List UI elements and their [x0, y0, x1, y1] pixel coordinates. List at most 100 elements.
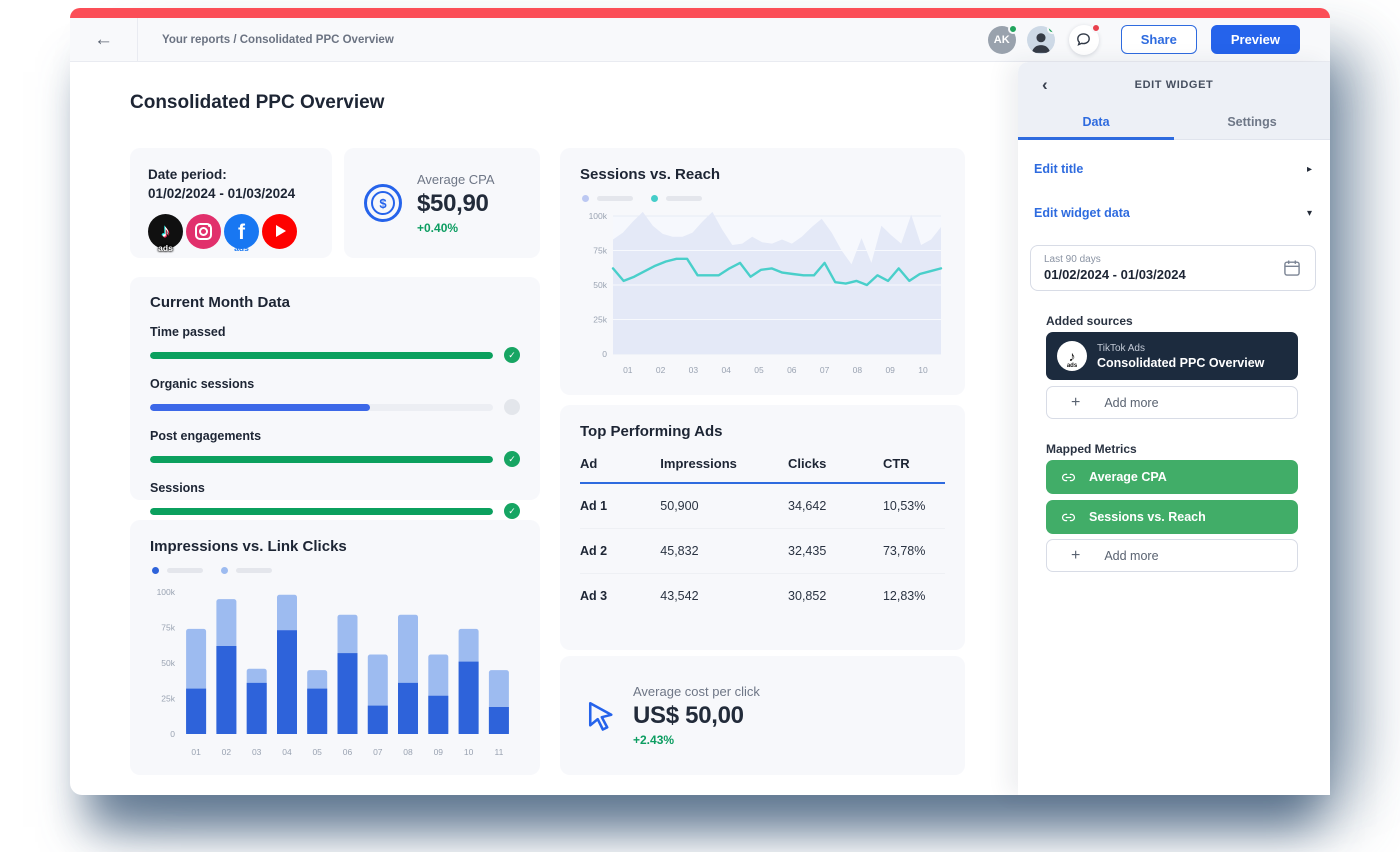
- add-more-metrics-button[interactable]: + Add more: [1046, 539, 1298, 572]
- progress-fill: [150, 404, 370, 411]
- instagram-icon: [186, 214, 221, 249]
- red-accent-bar: [70, 8, 1330, 18]
- back-button[interactable]: ←: [70, 18, 138, 61]
- metric-chip[interactable]: Sessions vs. Reach: [1046, 500, 1298, 534]
- table-header-row: AdImpressionsClicksCTR: [580, 456, 945, 484]
- progress-track: [150, 352, 493, 359]
- legend-line: [167, 568, 203, 573]
- preview-button[interactable]: Preview: [1211, 25, 1300, 54]
- table-cell: Ad 1: [580, 499, 660, 513]
- sessions-reach-chart: 025k50k75k100k01020304050607080910: [580, 208, 945, 385]
- source-network: TikTok Ads: [1097, 343, 1264, 354]
- avatar-ak[interactable]: AK: [988, 26, 1016, 54]
- chat-button[interactable]: [1069, 25, 1099, 55]
- table-row: Ad 245,83232,43573,78%: [580, 529, 945, 574]
- metric-change: +2.43%: [633, 733, 760, 747]
- table-cell: 73,78%: [883, 544, 945, 558]
- topbar: ← Your reports / Consolidated PPC Overvi…: [70, 18, 1330, 62]
- svg-text:02: 02: [222, 747, 232, 757]
- table-cell: Ad 2: [580, 544, 660, 558]
- svg-text:09: 09: [434, 747, 444, 757]
- legend-dot: [582, 195, 589, 202]
- svg-text:25k: 25k: [161, 694, 175, 704]
- table-header-cell: CTR: [883, 456, 945, 471]
- impressions-clicks-chart: 025k50k75k100k0102030405060708091011: [150, 580, 520, 767]
- progress-list: Time passed ✓ Organic sessions Post enga…: [150, 325, 520, 519]
- dollar-circle-icon: $: [364, 184, 402, 222]
- top-ads-table: AdImpressionsClicksCTRAd 150,90034,64210…: [580, 456, 945, 618]
- table-header-cell: Clicks: [788, 456, 883, 471]
- table-cell: 30,852: [788, 589, 883, 603]
- legend-item: [152, 567, 203, 574]
- progress-row: Organic sessions: [150, 377, 520, 415]
- check-circle-icon: ✓: [504, 451, 520, 467]
- svg-text:07: 07: [820, 365, 830, 375]
- metric-chip[interactable]: Average CPA: [1046, 460, 1298, 494]
- avatar-photo[interactable]: [1027, 26, 1055, 54]
- edit-title-label: Edit title: [1034, 162, 1083, 176]
- legend-line: [597, 196, 633, 201]
- chart-title: Sessions vs. Reach: [580, 166, 945, 183]
- panel-back-button[interactable]: ‹: [1042, 76, 1048, 93]
- svg-text:05: 05: [312, 747, 322, 757]
- svg-text:25k: 25k: [593, 315, 607, 325]
- progress-row: Sessions ✓: [150, 481, 520, 519]
- date-range-value: 01/02/2024 - 01/03/2024: [1044, 267, 1282, 282]
- progress-label: Organic sessions: [150, 377, 520, 391]
- svg-text:06: 06: [787, 365, 797, 375]
- svg-text:03: 03: [252, 747, 262, 757]
- add-more-sources-button[interactable]: + Add more: [1046, 386, 1298, 419]
- top-ads-card: Top Performing Ads AdImpressionsClicksCT…: [560, 405, 965, 650]
- svg-text:08: 08: [853, 365, 863, 375]
- impressions-clicks-card: Impressions vs. Link Clicks 025k50k75k10…: [130, 520, 540, 775]
- progress-fill: [150, 352, 493, 359]
- tab-data[interactable]: Data: [1018, 107, 1174, 139]
- caret-right-icon: ▸: [1307, 164, 1312, 175]
- date-period-card: Date period: 01/02/2024 - 01/03/2024 ♪ a…: [130, 148, 332, 258]
- table-cell: 45,832: [660, 544, 788, 558]
- breadcrumb[interactable]: Your reports / Consolidated PPC Overview: [162, 34, 394, 46]
- legend-item: [582, 195, 633, 202]
- progress-row: Time passed ✓: [150, 325, 520, 363]
- metric-change: +0.40%: [417, 221, 495, 235]
- legend-line: [236, 568, 272, 573]
- date-preset-label: Last 90 days: [1044, 254, 1282, 265]
- metric-chip-label: Sessions vs. Reach: [1089, 510, 1206, 524]
- legend-item: [651, 195, 702, 202]
- share-button[interactable]: Share: [1121, 25, 1197, 54]
- preview-button-label: Preview: [1231, 32, 1280, 47]
- svg-text:50k: 50k: [161, 658, 175, 668]
- svg-text:04: 04: [282, 747, 292, 757]
- youtube-icon: [262, 214, 297, 249]
- source-icons: ♪ ads f ads: [148, 214, 314, 249]
- edit-widget-panel: ‹ EDIT WIDGET DataSettings Edit title ▸ …: [1018, 62, 1330, 795]
- metric-chip-label: Average CPA: [1089, 470, 1167, 484]
- panel-header: ‹ EDIT WIDGET: [1018, 62, 1330, 107]
- mapped-metrics-list: Average CPA Sessions vs. Reach: [1046, 460, 1298, 534]
- progress-fill: [150, 456, 493, 463]
- chart-title: Impressions vs. Link Clicks: [150, 538, 520, 555]
- tab-settings[interactable]: Settings: [1174, 107, 1330, 139]
- legend-dot: [221, 567, 228, 574]
- svg-text:01: 01: [623, 365, 633, 375]
- progress-row: Post engagements ✓: [150, 429, 520, 467]
- table-cell: 50,900: [660, 499, 788, 513]
- legend-item: [221, 567, 272, 574]
- link-icon: [1061, 510, 1076, 525]
- cursor-icon: [582, 698, 618, 734]
- edit-widget-data-row[interactable]: Edit widget data ▾: [1034, 206, 1312, 220]
- svg-text:0: 0: [170, 729, 175, 739]
- svg-text:07: 07: [373, 747, 383, 757]
- svg-text:75k: 75k: [593, 246, 607, 256]
- date-range-picker[interactable]: Last 90 days 01/02/2024 - 01/03/2024: [1030, 245, 1316, 291]
- avg-cpc-card: Average cost per click US$ 50,00 +2.43%: [560, 656, 965, 775]
- chat-bubble-icon: [1075, 31, 1092, 48]
- plus-icon: +: [1071, 394, 1080, 412]
- table-cell: 12,83%: [883, 589, 945, 603]
- online-dot: [1047, 26, 1055, 34]
- svg-text:05: 05: [754, 365, 764, 375]
- svg-text:02: 02: [656, 365, 666, 375]
- source-card[interactable]: ♪ ads TikTok Ads Consolidated PPC Overvi…: [1046, 332, 1298, 380]
- metric-value: US$ 50,00: [633, 702, 760, 730]
- edit-title-row[interactable]: Edit title ▸: [1034, 162, 1312, 176]
